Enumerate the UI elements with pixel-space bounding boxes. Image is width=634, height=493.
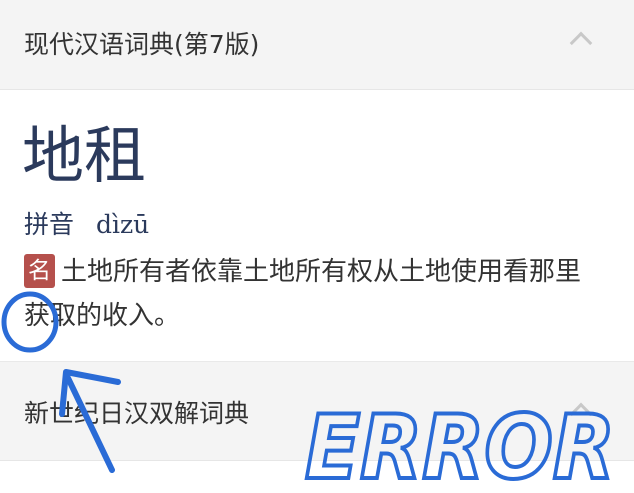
section-header-xinshiji-rihan[interactable]: 新世纪日汉双解词典 [0, 361, 634, 461]
part-of-speech-badge: 名 [24, 254, 55, 288]
pinyin-label: 拼音 [24, 210, 75, 239]
section-title: 新世纪日汉双解词典 [24, 399, 250, 428]
pinyin-row: 拼音 dìzū [24, 205, 149, 241]
headword: 地租 [22, 119, 147, 192]
definition: 名土地所有者依靠土地所有权从土地使用看那里获取的收入。 [24, 250, 599, 338]
chevron-up-icon[interactable] [569, 402, 593, 426]
chevron-up-icon[interactable] [569, 31, 593, 55]
section-header-xiandai-hanyu[interactable]: 现代汉语词典(第7版) [0, 0, 634, 90]
definition-text: 土地所有者依靠土地所有权从土地使用看那里获取的收入。 [24, 257, 582, 331]
pinyin-value: dìzū [95, 210, 150, 239]
section-title: 现代汉语词典(第7版) [24, 30, 260, 59]
